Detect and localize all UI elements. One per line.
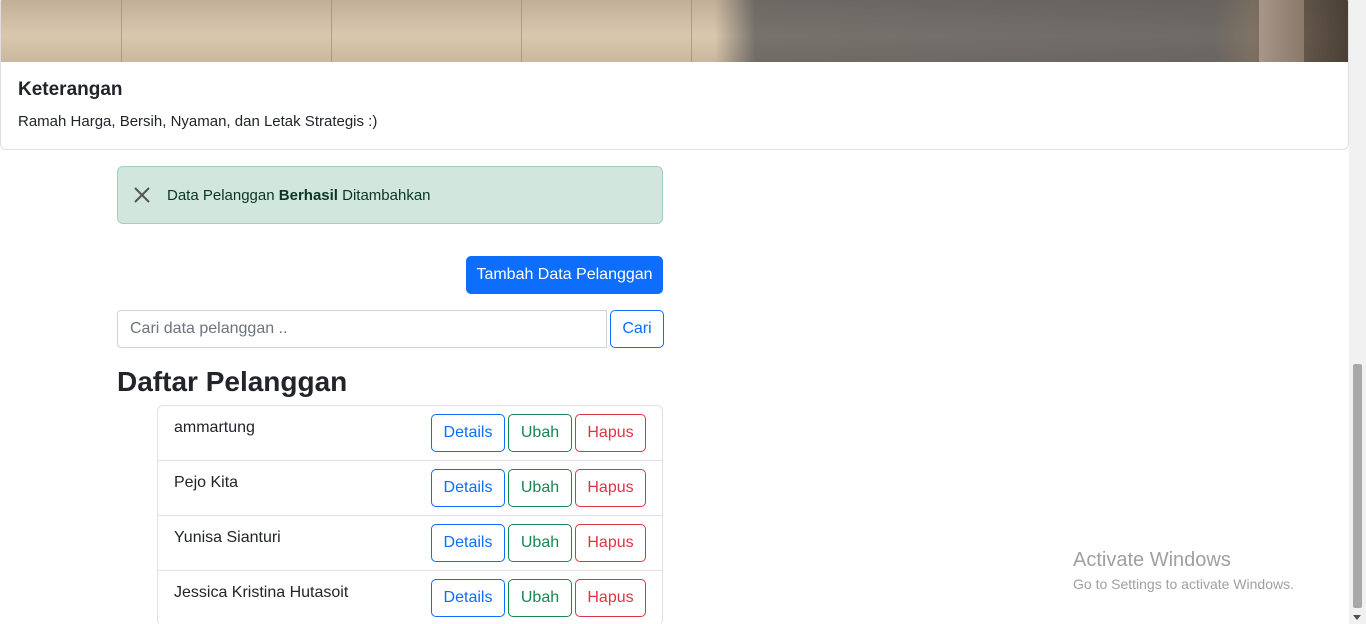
alert-suffix: Ditambahkan [337, 186, 431, 204]
search-input[interactable] [117, 310, 607, 348]
activation-watermark: Activate Windows Go to Settings to activ… [1073, 549, 1294, 592]
delete-button[interactable]: Hapus [575, 414, 646, 452]
edit-button[interactable]: Ubah [508, 414, 572, 452]
watermark-title: Activate Windows [1073, 549, 1231, 571]
close-icon[interactable] [132, 185, 152, 205]
hero-image [1, 0, 1348, 62]
scrollbar-thumb[interactable] [1353, 364, 1362, 608]
vertical-scrollbar[interactable] [1349, 0, 1366, 624]
details-button[interactable]: Details [431, 414, 505, 452]
details-button[interactable]: Details [431, 579, 505, 617]
details-button[interactable]: Details [431, 524, 505, 562]
customer-name: ammartung [174, 419, 255, 436]
search-button[interactable]: Cari [610, 310, 664, 348]
alert-strong: Berhasil [278, 186, 338, 204]
edit-button[interactable]: Ubah [508, 469, 572, 507]
alert-prefix: Data Pelanggan [167, 186, 279, 204]
info-card: Keterangan Ramah Harga, Bersih, Nyaman, … [0, 0, 1349, 150]
customer-name: Pejo Kita [174, 474, 239, 491]
details-button[interactable]: Details [431, 469, 505, 507]
page-title: Daftar Pelanggan [117, 366, 348, 397]
list-item: Yunisa Sianturi Details Ubah Hapus [158, 516, 662, 571]
scroll-down-arrow-icon[interactable] [1353, 615, 1361, 620]
card-text: Ramah Harga, Bersih, Nyaman, dan Letak S… [18, 113, 378, 130]
delete-button[interactable]: Hapus [575, 469, 646, 507]
list-item: Jessica Kristina Hutasoit Details Ubah H… [158, 571, 662, 624]
customer-list: ammartung Details Ubah Hapus Pejo Kita D… [157, 405, 663, 624]
edit-button[interactable]: Ubah [508, 579, 572, 617]
delete-button[interactable]: Hapus [575, 524, 646, 562]
list-item: Pejo Kita Details Ubah Hapus [158, 461, 662, 516]
delete-button[interactable]: Hapus [575, 579, 646, 617]
card-body: Keterangan Ramah Harga, Bersih, Nyaman, … [18, 79, 377, 130]
edit-button[interactable]: Ubah [508, 524, 572, 562]
customer-name: Yunisa Sianturi [174, 529, 281, 546]
add-customer-button[interactable]: Tambah Data Pelanggan [466, 256, 663, 294]
alert-message: Data Pelanggan Berhasil Ditambahkan [167, 187, 431, 204]
watermark-subtitle: Go to Settings to activate Windows. [1073, 576, 1294, 592]
success-alert: Data Pelanggan Berhasil Ditambahkan [117, 166, 663, 224]
list-item: ammartung Details Ubah Hapus [158, 406, 662, 461]
card-title: Keterangan [18, 79, 123, 100]
customer-name: Jessica Kristina Hutasoit [174, 584, 349, 601]
